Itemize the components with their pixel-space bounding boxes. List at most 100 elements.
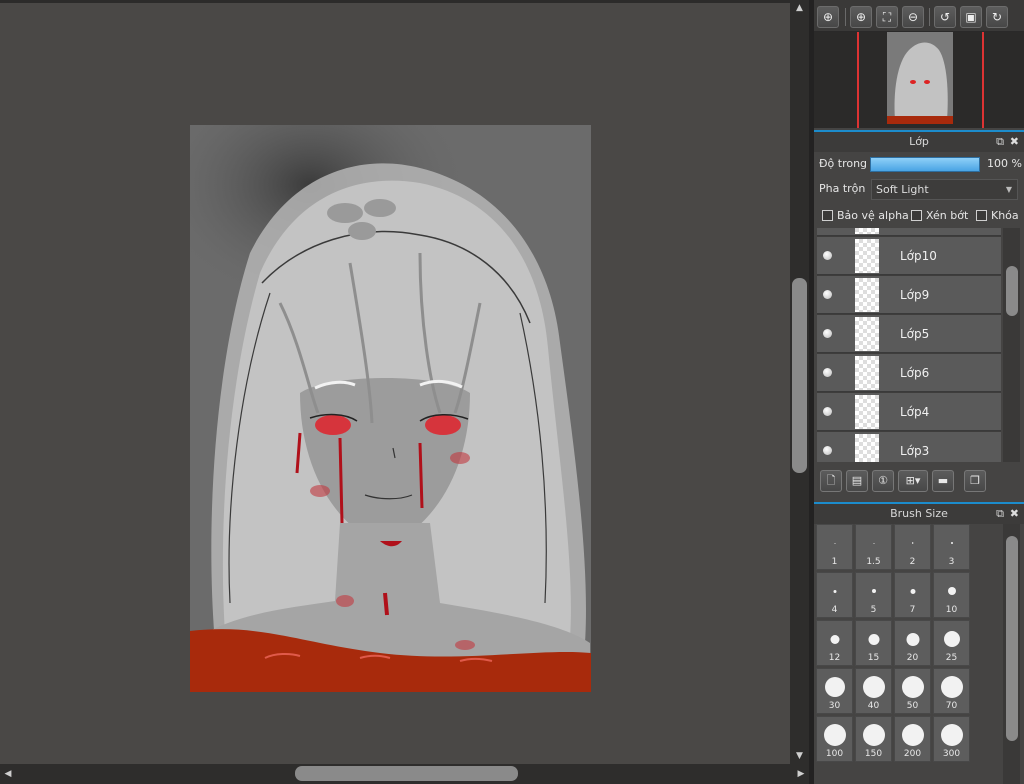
layer-list[interactable]: Lớp10 Lớp9 Lớp5 Lớp6 Lớp4 Lớp3	[817, 228, 1001, 462]
vertical-scroll-thumb[interactable]	[792, 278, 807, 473]
layer-thumbnail	[855, 317, 879, 351]
checkbox-box[interactable]	[911, 210, 922, 221]
new-halftone-layer-icon[interactable]: ▤	[846, 470, 868, 492]
brush-size-cell[interactable]: 40	[855, 668, 892, 714]
navigator-thumbnail	[887, 32, 953, 124]
scroll-right-arrow-icon[interactable]: ▶	[793, 764, 809, 784]
layer-scroll-thumb[interactable]	[1006, 266, 1018, 316]
layer-name: Lớp3	[900, 444, 930, 458]
brush-size-cell[interactable]: 5	[855, 572, 892, 618]
brush-size-cell[interactable]: 300	[933, 716, 970, 762]
fit-window-icon[interactable]: ⛶	[876, 6, 898, 28]
brush-size-label: 1.5	[866, 557, 881, 567]
horizontal-scroll-thumb[interactable]	[295, 766, 518, 781]
close-panel-icon[interactable]: ✖	[1010, 132, 1019, 152]
brush-preview-dot-icon	[940, 676, 963, 698]
brush-size-cell[interactable]: 1	[816, 524, 853, 570]
brush-size-label: 12	[828, 653, 841, 663]
zoom-fit-icon[interactable]: ⊕	[817, 6, 839, 28]
duplicate-layer-icon[interactable]: ❐	[964, 470, 986, 492]
brush-size-cell[interactable]: 10	[933, 572, 970, 618]
brush-size-cell[interactable]: 4	[816, 572, 853, 618]
visibility-eye-icon[interactable]	[823, 251, 832, 260]
brush-size-label: 10	[945, 605, 958, 615]
new-layer-icon[interactable]: 🗋	[820, 470, 842, 492]
brush-preview-dot-icon	[871, 589, 876, 593]
new-1bit-layer-icon[interactable]: ①	[872, 470, 894, 492]
layer-name: Lớp5	[900, 327, 930, 341]
brush-size-cell[interactable]: 100	[816, 716, 853, 762]
brush-size-label: 3	[948, 557, 955, 567]
layer-row[interactable]: Lớp9	[817, 276, 1001, 314]
layer-panel-title: Lớp	[909, 135, 929, 148]
artwork[interactable]	[0, 3, 790, 764]
rotate-right-icon[interactable]: ↻	[986, 6, 1008, 28]
brush-preview-dot-icon	[862, 676, 885, 698]
brush-size-cell[interactable]: 7	[894, 572, 931, 618]
layer-name: Lớp6	[900, 366, 930, 380]
canvas-vertical-scrollbar[interactable]: ▲ ▼	[790, 0, 809, 764]
float-panel-icon[interactable]: ⧉	[996, 504, 1004, 524]
brush-size-label: 25	[945, 653, 958, 663]
visibility-eye-icon[interactable]	[823, 290, 832, 299]
add-layer-menu-icon[interactable]: ⊞▾	[898, 470, 928, 492]
zoom-out-icon[interactable]: ⊖	[902, 6, 924, 28]
layer-row-partial[interactable]	[817, 228, 1001, 236]
layer-name: Lớp4	[900, 405, 930, 419]
brush-preview-dot-icon	[868, 633, 879, 645]
layer-row[interactable]: Lớp3	[817, 432, 1001, 462]
brush-size-label: 20	[906, 653, 919, 663]
brush-size-label: 4	[831, 605, 838, 615]
brush-list-scrollbar[interactable]	[1003, 524, 1020, 784]
layer-row[interactable]: Lớp5	[817, 315, 1001, 353]
scroll-up-arrow-icon[interactable]: ▲	[790, 0, 809, 16]
zoom-in-icon[interactable]: ⊕	[850, 6, 872, 28]
blend-mode-value: Soft Light	[876, 183, 929, 196]
scroll-left-arrow-icon[interactable]: ◀	[0, 764, 16, 784]
brush-size-label: 1	[831, 557, 838, 567]
brush-size-cell[interactable]: 70	[933, 668, 970, 714]
brush-size-cell[interactable]: 150	[855, 716, 892, 762]
layer-toolbar: 🗋 ▤ ① ⊞▾ ▬ ❐	[814, 468, 1024, 498]
canvas-area[interactable]	[0, 0, 790, 764]
layer-row[interactable]: Lớp6	[817, 354, 1001, 392]
close-panel-icon[interactable]: ✖	[1010, 504, 1019, 524]
brush-size-cell[interactable]: 3	[933, 524, 970, 570]
brush-size-label: 300	[942, 749, 961, 759]
brush-size-label: 50	[906, 701, 919, 711]
brush-size-cell[interactable]: 25	[933, 620, 970, 666]
brush-size-cell[interactable]: 50	[894, 668, 931, 714]
brush-size-cell[interactable]: 2	[894, 524, 931, 570]
checkbox-box[interactable]	[822, 210, 833, 221]
protect-alpha-label: Bảo vệ alpha	[837, 209, 909, 222]
brush-size-cell[interactable]: 15	[855, 620, 892, 666]
visibility-eye-icon[interactable]	[823, 407, 832, 416]
navigator-preview[interactable]	[814, 32, 1024, 128]
canvas-horizontal-scrollbar[interactable]: ◀ ▶	[0, 764, 809, 784]
float-panel-icon[interactable]: ⧉	[996, 132, 1004, 152]
brush-size-cell[interactable]: 20	[894, 620, 931, 666]
brush-size-label: 30	[828, 701, 841, 711]
layer-row[interactable]: Lớp4	[817, 393, 1001, 431]
blend-mode-select[interactable]: Soft Light ▼	[871, 179, 1018, 200]
layer-list-scrollbar[interactable]	[1003, 228, 1020, 462]
visibility-eye-icon[interactable]	[823, 368, 832, 377]
brush-size-cell[interactable]: 30	[816, 668, 853, 714]
new-folder-icon[interactable]: ▬	[932, 470, 954, 492]
brush-size-label: 150	[864, 749, 883, 759]
scroll-down-arrow-icon[interactable]: ▼	[790, 748, 809, 764]
brush-size-cell[interactable]: 200	[894, 716, 931, 762]
brush-preview-dot-icon	[910, 588, 915, 594]
layer-row[interactable]: Lớp10	[817, 237, 1001, 275]
visibility-eye-icon[interactable]	[823, 446, 832, 455]
brush-size-cell[interactable]: 1.5	[855, 524, 892, 570]
brush-scroll-thumb[interactable]	[1006, 536, 1018, 741]
toolbar-divider	[845, 8, 846, 26]
visibility-eye-icon[interactable]	[823, 329, 832, 338]
checkbox-box[interactable]	[976, 210, 987, 221]
rotate-left-icon[interactable]: ↺	[934, 6, 956, 28]
brush-size-cell[interactable]: 12	[816, 620, 853, 666]
reset-view-icon[interactable]: ▣	[960, 6, 982, 28]
opacity-slider[interactable]	[870, 157, 980, 172]
brush-size-label: 7	[909, 605, 916, 615]
